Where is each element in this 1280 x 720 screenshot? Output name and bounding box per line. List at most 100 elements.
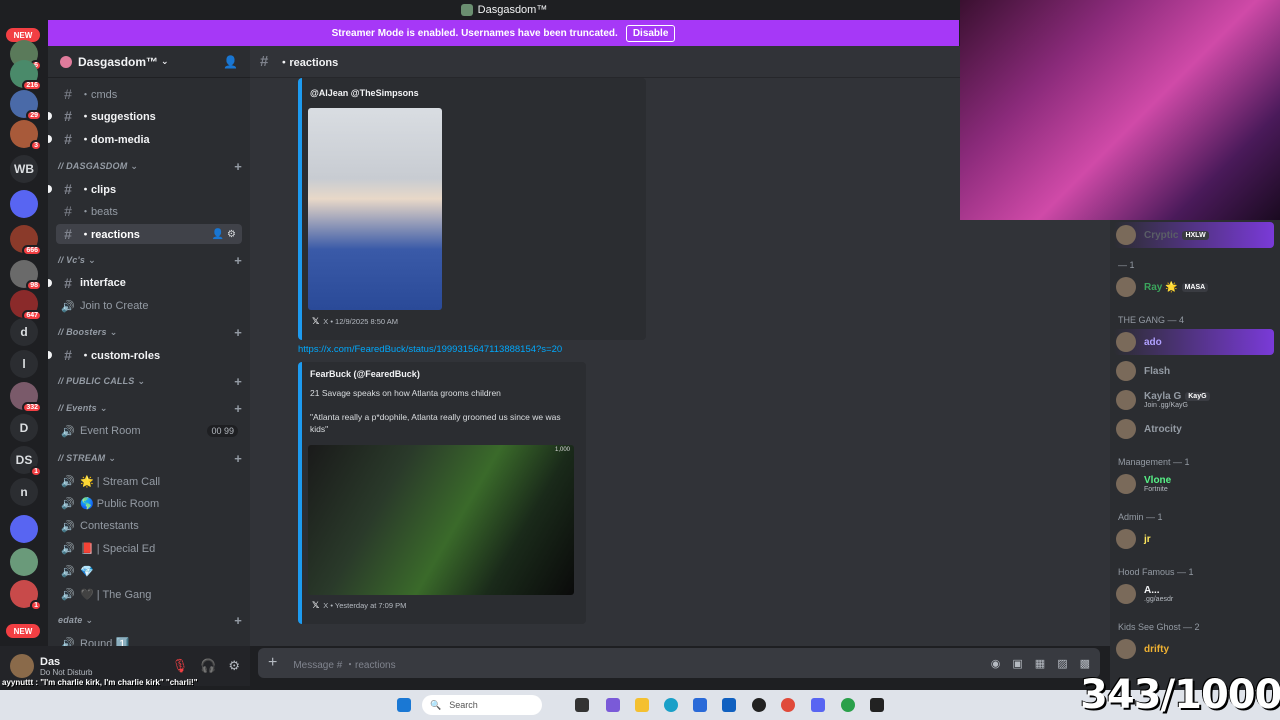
server-icon[interactable]: D [10, 414, 38, 442]
server-icon[interactable]: 647 [10, 290, 42, 321]
taskview-icon[interactable] [575, 698, 589, 712]
server-icon[interactable]: d [10, 318, 38, 346]
message-composer[interactable]: + Message # ・reactions ◉ ▣ ▦ ▨ ▩ [258, 648, 1100, 678]
banner-text: Streamer Mode is enabled. Usernames have… [331, 27, 618, 39]
channel-item[interactable]: # interface [48, 273, 242, 293]
channel-item[interactable]: 🔊 Event Room 00 99 [56, 421, 242, 441]
add-channel-icon[interactable]: + [234, 613, 242, 628]
channel-category[interactable]: // Vc's ⌄ + [58, 252, 242, 268]
server-icon[interactable]: WB [10, 155, 38, 183]
member-item[interactable]: drifty [1114, 636, 1274, 662]
chrome-icon[interactable] [781, 698, 795, 712]
server-icon[interactable]: l [10, 350, 38, 378]
apps-icon[interactable]: ◉ [991, 657, 1001, 670]
member-name: A... [1144, 585, 1160, 596]
avatar [1116, 390, 1136, 410]
guild-icon [60, 55, 72, 68]
channel-item[interactable]: # ・reactions 👤 ⚙ [56, 224, 242, 244]
channel-item[interactable]: 🔊 💎 [56, 561, 242, 581]
channel-item[interactable]: # ・beats [56, 201, 242, 221]
taskbar-search[interactable]: 🔍 Search [422, 695, 542, 715]
channel-item[interactable]: 🔊 Contestants [56, 516, 242, 536]
add-channel-icon[interactable]: + [234, 374, 242, 389]
image-icon[interactable]: ▨ [1057, 657, 1067, 670]
channel-item[interactable]: 🔊 📕 | Special Ed [56, 538, 242, 558]
edge-icon[interactable] [664, 698, 678, 712]
hash-icon: # [64, 226, 72, 242]
embed-image[interactable] [308, 108, 442, 310]
channel-settings-icon[interactable]: 👤 ⚙ [212, 229, 236, 240]
add-attachment-icon[interactable]: + [268, 654, 277, 672]
channel-item[interactable]: 🔊 🌎 Public Room [56, 493, 242, 513]
server-icon[interactable]: 1 [10, 580, 42, 611]
channel-item[interactable]: # ・dom-media [48, 129, 242, 149]
add-member-icon[interactable]: 👤 [223, 55, 238, 69]
server-icon[interactable]: 3 [10, 120, 42, 151]
guild-header[interactable]: Dasgasdom™ ⌄ 👤 [48, 46, 250, 78]
channel-item[interactable]: # ・suggestions [48, 106, 242, 126]
gift-icon[interactable]: ▩ [1080, 657, 1090, 670]
channel-category[interactable]: // PUBLIC CALLS ⌄ + [58, 373, 242, 389]
server-icon[interactable]: 332 [10, 382, 42, 413]
server-icon[interactable]: 98 [10, 260, 42, 291]
server-icon[interactable]: 29 [10, 90, 42, 121]
member-item[interactable]: A... .gg/aesdr [1114, 581, 1274, 607]
member-item[interactable]: Ray 🌟 MASA [1114, 274, 1274, 300]
channel-item[interactable]: 🔊 🌟 | Stream Call [56, 471, 242, 491]
avatar[interactable] [10, 654, 34, 678]
server-icon[interactable]: DS 1 [10, 446, 42, 477]
file-explorer-icon[interactable] [635, 698, 649, 712]
channel-item[interactable]: # ・cmds [56, 84, 242, 104]
channel-category[interactable]: // DASGASDOM ⌄ + [58, 158, 242, 174]
chrome-icon[interactable] [841, 698, 855, 712]
member-item[interactable]: Kayla G KayG Join .gg/KayG [1114, 387, 1274, 413]
webcam-overlay [960, 0, 1280, 220]
disable-button[interactable]: Disable [625, 24, 676, 42]
channel-item[interactable]: 🔊 🖤 | The Gang [56, 584, 242, 604]
channel-category[interactable]: // Boosters ⌄ + [58, 324, 242, 340]
copilot-icon[interactable] [606, 698, 620, 712]
windows-start-icon[interactable] [397, 698, 411, 712]
add-channel-icon[interactable]: + [234, 401, 242, 416]
channel-item[interactable]: # ・custom-roles [48, 345, 242, 365]
server-icon[interactable] [10, 190, 38, 218]
add-channel-icon[interactable]: + [234, 325, 242, 340]
channel-category[interactable]: // Events ⌄ + [58, 400, 242, 416]
message-input[interactable]: Message # ・reactions [293, 656, 395, 671]
channel-item[interactable]: 🔊 Join to Create [56, 296, 242, 316]
gear-icon[interactable]: ⚙ [228, 658, 240, 674]
member-item[interactable]: ado [1114, 329, 1274, 355]
server-icon[interactable] [10, 548, 38, 576]
outlook-icon[interactable] [722, 698, 736, 712]
member-item[interactable]: Atrocity [1114, 416, 1274, 442]
server-icon[interactable]: 216 [10, 60, 42, 91]
add-channel-icon[interactable]: + [234, 159, 242, 174]
member-item[interactable]: jr [1114, 526, 1274, 552]
avatar [1116, 474, 1136, 494]
terminal-icon[interactable] [870, 698, 884, 712]
gif-icon[interactable]: ▣ [1012, 657, 1022, 670]
category-label: // Vc's [58, 255, 86, 265]
channel-category[interactable]: // STREAM ⌄ + [58, 450, 242, 466]
channel-category[interactable]: edate ⌄ + [58, 612, 242, 628]
store-icon[interactable] [693, 698, 707, 712]
tweet-link[interactable]: https://x.com/FearedBuck/status/19993156… [298, 344, 562, 355]
mic-muted-icon[interactable]: 🎙 [172, 658, 189, 674]
member-item[interactable]: Cryptic HXLW [1114, 222, 1274, 248]
channel-item[interactable]: # ・clips [48, 179, 242, 199]
server-icon[interactable]: n [10, 478, 38, 506]
discord-icon[interactable] [811, 698, 825, 712]
server-icon[interactable] [10, 515, 38, 543]
member-item[interactable]: Vlone Fortnite [1114, 471, 1274, 497]
member-item[interactable]: Flash [1114, 358, 1274, 384]
sticker-icon[interactable]: ▦ [1035, 657, 1045, 670]
add-channel-icon[interactable]: + [234, 451, 242, 466]
headphones-muted-icon[interactable]: 🎧 [200, 658, 216, 674]
embed-image[interactable]: 1,000 [308, 445, 574, 595]
obs-icon[interactable] [752, 698, 766, 712]
channel-name: ・suggestions [80, 111, 156, 123]
add-channel-icon[interactable]: + [234, 253, 242, 268]
member-status: Join .gg/KayG [1144, 402, 1188, 409]
chat-ticker: ayynuttt : "I'm charlie kirk, I'm charli… [2, 678, 198, 687]
server-icon[interactable]: 666 [10, 225, 42, 256]
